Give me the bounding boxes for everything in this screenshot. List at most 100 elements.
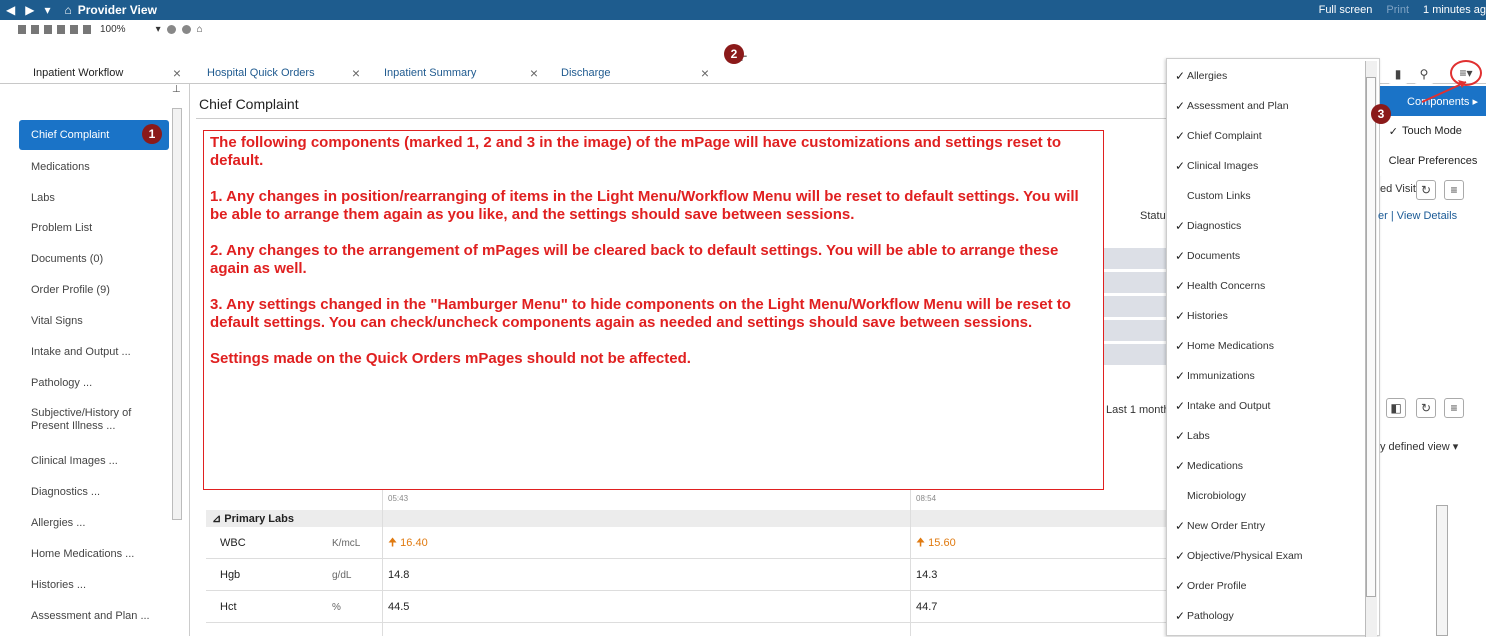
sidebar-item-labs[interactable]: Labs xyxy=(19,183,169,213)
sidebar-scrollbar[interactable] xyxy=(172,108,182,520)
lab-value: 44.7 xyxy=(916,601,938,613)
component-label: Documents xyxy=(1187,250,1241,262)
back-circle-icon[interactable] xyxy=(166,24,176,34)
menu-icon[interactable]: ≡ xyxy=(1444,180,1464,200)
right-scrollbar[interactable] xyxy=(1436,505,1448,636)
close-icon[interactable]: × xyxy=(352,65,360,81)
lab-unit: K/mcL xyxy=(332,537,361,549)
print-button[interactable]: Print xyxy=(1386,4,1409,16)
component-option[interactable]: ✓ New Order Entry xyxy=(1167,511,1363,541)
refresh-status[interactable]: 1 minutes ag xyxy=(1423,4,1486,16)
component-label: Clinical Images xyxy=(1187,160,1259,172)
sidebar-item-intake-output[interactable]: Intake and Output ... xyxy=(19,337,169,367)
component-option[interactable]: ✓ Immunizations xyxy=(1167,361,1363,391)
component-option[interactable]: ✓ Medications xyxy=(1167,451,1363,481)
component-option[interactable]: ✓ Allergies xyxy=(1167,61,1363,91)
history-dropdown-icon[interactable]: ▾ xyxy=(44,3,50,17)
component-option[interactable]: ✓ Pathology xyxy=(1167,601,1363,631)
component-option[interactable]: Microbiology xyxy=(1167,481,1363,511)
component-label: Allergies xyxy=(1187,70,1228,82)
component-label: Histories xyxy=(1187,310,1228,322)
close-icon[interactable]: × xyxy=(701,65,709,81)
component-option[interactable]: ✓ Chief Complaint xyxy=(1167,121,1363,151)
component-option[interactable]: ✓ Assessment and Plan xyxy=(1167,91,1363,121)
check-icon: ✓ xyxy=(1174,519,1185,533)
check-icon: ✓ xyxy=(1174,609,1185,623)
status-header-fragment: Statu xyxy=(1140,210,1166,222)
view-details-link[interactable]: er | View Details xyxy=(1378,210,1457,222)
sidebar-item-histories[interactable]: Histories ... xyxy=(19,570,169,600)
full-screen-button[interactable]: Full screen xyxy=(1319,4,1373,16)
lab-value: 44.5 xyxy=(388,601,410,613)
component-option[interactable]: ✓ Clinical Images xyxy=(1167,151,1363,181)
panel-icon[interactable]: ▮ xyxy=(1388,64,1408,84)
table-row: Hgb g/dL 14.8 14.3 xyxy=(206,560,1166,591)
dropdown-icon[interactable]: ▾ xyxy=(156,24,161,35)
home-icon[interactable]: ⌂ xyxy=(65,3,72,17)
component-option[interactable]: ✓ Documents xyxy=(1167,241,1363,271)
document-icon[interactable] xyxy=(31,24,39,34)
check-icon: ✓ xyxy=(1174,459,1185,473)
sidebar-item-documents[interactable]: Documents (0) xyxy=(19,244,169,274)
zoom-level[interactable]: 100% xyxy=(100,24,126,35)
refresh-icon[interactable]: ↻ xyxy=(1416,398,1436,418)
sidebar-item-assessment-plan[interactable]: Assessment and Plan ... xyxy=(19,601,169,631)
back-icon[interactable]: ◀ xyxy=(6,3,15,17)
check-icon: ✓ xyxy=(1174,279,1185,293)
sidebar-item-subjective-history[interactable]: Subjective/History of Present Illness ..… xyxy=(19,402,169,438)
component-option[interactable]: Custom Links xyxy=(1167,181,1363,211)
copy-icon[interactable] xyxy=(57,24,65,34)
zoom-in-icon[interactable] xyxy=(70,24,78,34)
sidebar-item-order-profile[interactable]: Order Profile (9) xyxy=(19,275,169,305)
annotation-point-3: 3. Any settings changed in the "Hamburge… xyxy=(210,296,1071,331)
last-month-filter[interactable]: Last 1 month xyxy=(1106,404,1170,416)
sidebar-item-medications[interactable]: Medications xyxy=(19,152,169,182)
check-icon: ✓ xyxy=(1388,125,1398,138)
tab-label: Inpatient Summary xyxy=(384,67,477,79)
component-label: Assessment and Plan xyxy=(1187,100,1289,112)
tab-inpatient-summary[interactable]: Inpatient Summary × xyxy=(378,62,544,84)
sidebar-item-clinical-images[interactable]: Clinical Images ... xyxy=(19,446,169,476)
value: 16.40 xyxy=(400,536,428,549)
menu-item-clear-preferences[interactable]: Clear Preferences xyxy=(1380,146,1486,176)
tab-hospital-quick-orders[interactable]: Hospital Quick Orders × xyxy=(201,62,366,84)
component-label: Health Concerns xyxy=(1187,280,1266,292)
sidebar-item-home-medications[interactable]: Home Medications ... xyxy=(19,539,169,569)
component-option[interactable]: ✓ Health Concerns xyxy=(1167,271,1363,301)
forward-circle-icon[interactable] xyxy=(181,24,191,34)
component-option[interactable]: ✓ Labs xyxy=(1167,421,1363,451)
sidebar-item-problem-list[interactable]: Problem List xyxy=(19,213,169,243)
menu-icon[interactable]: ≡ xyxy=(1444,398,1464,418)
menu-label: Touch Mode xyxy=(1402,125,1462,137)
menu-item-touch-mode[interactable]: ✓ Touch Mode xyxy=(1380,116,1486,146)
sidebar-item-vital-signs[interactable]: Vital Signs xyxy=(19,306,169,336)
lab-name: Hgb xyxy=(220,569,241,581)
component-option[interactable]: ✓ Intake and Output xyxy=(1167,391,1363,421)
tab-inpatient-workflow[interactable]: Inpatient Workflow × xyxy=(27,62,187,84)
check-icon: ✓ xyxy=(1174,219,1185,233)
binoculars-icon[interactable] xyxy=(18,24,26,34)
sidebar-item-diagnostics[interactable]: Diagnostics ... xyxy=(19,477,169,507)
component-option[interactable]: ✓ Histories xyxy=(1167,301,1363,331)
component-option[interactable]: ✓ Objective/Physical Exam xyxy=(1167,541,1363,571)
close-icon[interactable]: × xyxy=(530,65,538,81)
close-icon[interactable]: × xyxy=(173,65,181,81)
home-small-icon[interactable]: ⌂ xyxy=(197,24,203,35)
forward-icon[interactable]: ▶ xyxy=(25,3,34,17)
refresh-icon[interactable]: ↻ xyxy=(1416,180,1436,200)
tab-discharge[interactable]: Discharge × xyxy=(555,62,715,84)
print-preview-icon[interactable] xyxy=(44,24,52,34)
component-option[interactable]: ✓ Diagnostics xyxy=(1167,211,1363,241)
workflow-sidebar: ⊥ Chief Complaint Medications Labs Probl… xyxy=(0,84,190,636)
layout-icon[interactable]: ◧ xyxy=(1386,398,1406,418)
component-option[interactable]: ✓ Order Profile xyxy=(1167,571,1363,601)
sidebar-item-pathology[interactable]: Pathology ... xyxy=(19,368,169,398)
view-selector[interactable]: y defined view ▾ xyxy=(1380,440,1458,453)
component-option[interactable]: ✓ Home Medications xyxy=(1167,331,1363,361)
pin-icon[interactable]: ⊥ xyxy=(172,84,181,95)
sidebar-item-allergies[interactable]: Allergies ... xyxy=(19,508,169,538)
primary-labs-section[interactable]: ⊿ Primary Labs xyxy=(206,510,1166,527)
annotation-point-2: 2. Any changes to the arrangement of mPa… xyxy=(210,242,1059,277)
zoom-out-icon[interactable] xyxy=(83,24,91,34)
dropdown-scrollbar-thumb[interactable] xyxy=(1366,77,1376,597)
